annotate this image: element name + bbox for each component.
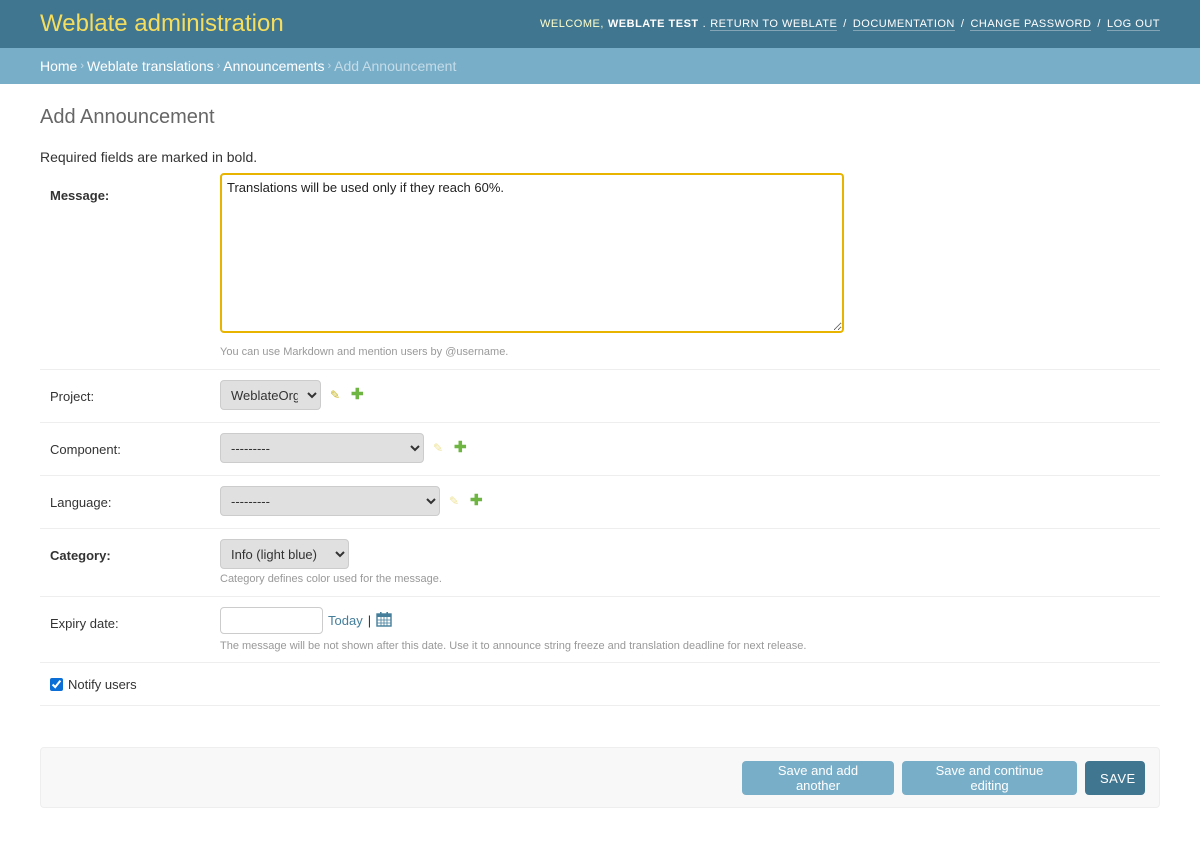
project-select[interactable]: WeblateOrg (220, 380, 321, 410)
component-row: Component: --------- ✎ ✚ (40, 423, 1160, 476)
language-row: Language: --------- ✎ ✚ (40, 476, 1160, 529)
breadcrumb-home[interactable]: Home (40, 58, 77, 74)
expiry-help: The message will be not shown after this… (220, 640, 807, 652)
pencil-icon: ✎ (433, 441, 444, 455)
message-label: Message: (50, 188, 110, 203)
save-and-continue-button[interactable]: Save and continue editing (902, 761, 1077, 795)
notify-label[interactable]: Notify users (50, 677, 137, 692)
category-field: Info (light blue) (220, 539, 349, 569)
category-select[interactable]: Info (light blue) (220, 539, 349, 569)
language-label: Language: (50, 495, 112, 510)
language-field: --------- (220, 486, 440, 516)
separator: / (960, 18, 965, 30)
category-help: Category defines color used for the mess… (220, 573, 442, 585)
today-link[interactable]: Today (328, 613, 363, 628)
submit-row: Save and add another Save and continue e… (40, 747, 1160, 808)
welcome-text: Welcome, (540, 18, 604, 30)
notify-row: Notify users (40, 663, 1160, 706)
separator: / (843, 18, 847, 30)
notify-users-text: Notify users (68, 677, 137, 692)
category-label: Category: (50, 548, 111, 563)
category-row: Category: Info (light blue) Category def… (40, 529, 1160, 597)
breadcrumb-separator: › (80, 60, 85, 72)
page-title: Add Announcement (40, 106, 215, 128)
documentation-link[interactable]: Documentation (852, 18, 955, 31)
save-button[interactable]: Save (1085, 761, 1145, 795)
notify-users-checkbox[interactable] (50, 678, 63, 691)
plus-icon[interactable]: ✚ (454, 438, 467, 456)
pencil-icon[interactable]: ✎ (330, 388, 340, 402)
username: Weblate Test (607, 18, 699, 30)
expiry-row: Expiry date: Today | The message will be… (40, 597, 1160, 663)
breadcrumb-model[interactable]: Announcements (223, 58, 324, 74)
language-select[interactable]: --------- (220, 486, 440, 516)
site-title[interactable]: Weblate administration (40, 10, 284, 38)
user-tools: Welcome, Weblate Test. Return to Weblate… (540, 17, 1160, 31)
header: Weblate administration Welcome, Weblate … (0, 0, 1200, 48)
logout-link[interactable]: Log out (1106, 18, 1160, 31)
component-label: Component: (50, 442, 121, 457)
separator: / (1097, 18, 1101, 30)
plus-icon[interactable]: ✚ (470, 491, 483, 509)
breadcrumb-separator: › (327, 60, 332, 72)
breadcrumb: Home › Weblate translations › Announceme… (0, 48, 1200, 84)
message-help: You can use Markdown and mention users b… (220, 346, 509, 358)
message-textarea[interactable]: Translations will be used only if they r… (220, 173, 844, 333)
return-to-weblate-link[interactable]: Return to Weblate (710, 18, 838, 31)
project-row: Project: WeblateOrg ✎ ✚ (40, 370, 1160, 423)
expiry-field: Today | (220, 607, 392, 634)
project-field: WeblateOrg (220, 380, 321, 410)
expiry-label: Expiry date: (50, 616, 119, 631)
change-password-link[interactable]: Change password (970, 18, 1092, 31)
breadcrumb-app[interactable]: Weblate translations (87, 58, 214, 74)
plus-icon[interactable]: ✚ (351, 385, 364, 403)
message-row: Message: Translations will be used only … (40, 173, 1160, 370)
component-field: --------- (220, 433, 424, 463)
announcement-form: Message: Translations will be used only … (40, 173, 1160, 706)
message-field: Translations will be used only if they r… (220, 173, 844, 336)
required-note: Required fields are marked in bold. (40, 149, 258, 165)
breadcrumb-current: Add Announcement (334, 58, 457, 74)
calendar-icon[interactable] (376, 611, 392, 630)
pencil-icon: ✎ (449, 494, 460, 508)
separator: | (367, 613, 372, 628)
save-and-add-another-button[interactable]: Save and add another (742, 761, 894, 795)
project-label: Project: (50, 389, 95, 404)
breadcrumb-separator: › (216, 60, 221, 72)
content: Add Announcement Required fields are mar… (0, 105, 1200, 706)
component-select[interactable]: --------- (220, 433, 424, 463)
expiry-date-input[interactable] (220, 607, 323, 634)
